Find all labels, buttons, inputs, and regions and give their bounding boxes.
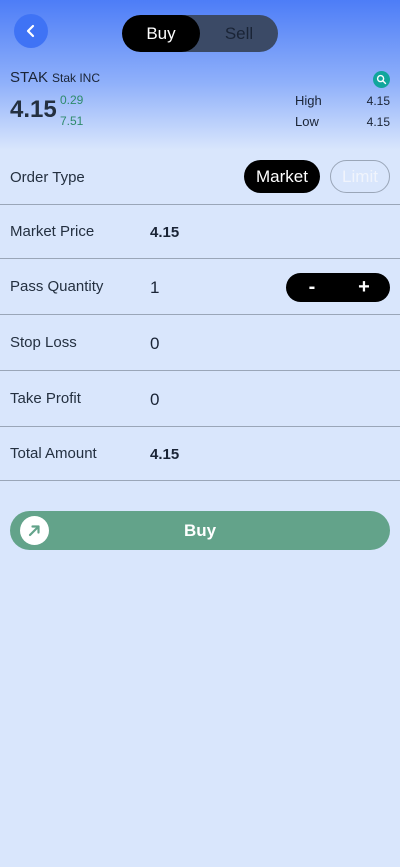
price-change-percent: 7.51 [60,114,84,128]
tab-sell[interactable]: Sell [200,15,278,52]
high-value: 4.15 [366,94,390,108]
quantity-input[interactable]: 1 [150,278,159,298]
total-amount-label: Total Amount [10,445,97,462]
total-amount-row: Total Amount 4.15 [0,427,400,481]
buy-button-label: Buy [183,520,217,540]
chevron-left-icon [26,24,35,38]
decrement-button[interactable]: - [292,276,332,299]
low-value: 4.15 [366,115,390,129]
quantity-label: Pass Quantity [10,278,104,295]
low-label: Low [295,114,319,129]
market-price-row: Market Price 4.15 [0,205,400,259]
take-profit-input[interactable]: 0 [150,390,159,410]
buy-button[interactable]: Buy [10,511,390,550]
buy-sell-toggle: Buy Sell [122,15,278,52]
market-order-button[interactable]: Market [244,160,320,193]
stop-loss-input[interactable]: 0 [150,334,159,354]
search-icon[interactable] [373,71,390,88]
stop-loss-row: Stop Loss 0 [0,315,400,371]
stop-loss-label: Stop Loss [10,334,77,351]
current-price: 4.15 [10,96,57,123]
price-change: 0.29 [60,93,84,107]
market-price-label: Market Price [10,223,95,240]
order-type-label: Order Type [10,169,85,186]
tab-buy[interactable]: Buy [122,15,200,52]
limit-order-button[interactable]: Limit [330,160,390,193]
arrow-up-right-icon [20,516,49,545]
company-name: Stak INC [52,71,101,85]
high-label: High [295,93,322,108]
increment-button[interactable]: + [344,276,384,299]
quantity-stepper: - + [286,273,390,302]
back-button[interactable] [14,14,48,48]
market-price-value: 4.15 [150,224,180,241]
total-amount-value: 4.15 [150,446,180,463]
stock-symbol: STAK [10,69,49,86]
take-profit-row: Take Profit 0 [0,371,400,427]
take-profit-label: Take Profit [10,390,81,407]
